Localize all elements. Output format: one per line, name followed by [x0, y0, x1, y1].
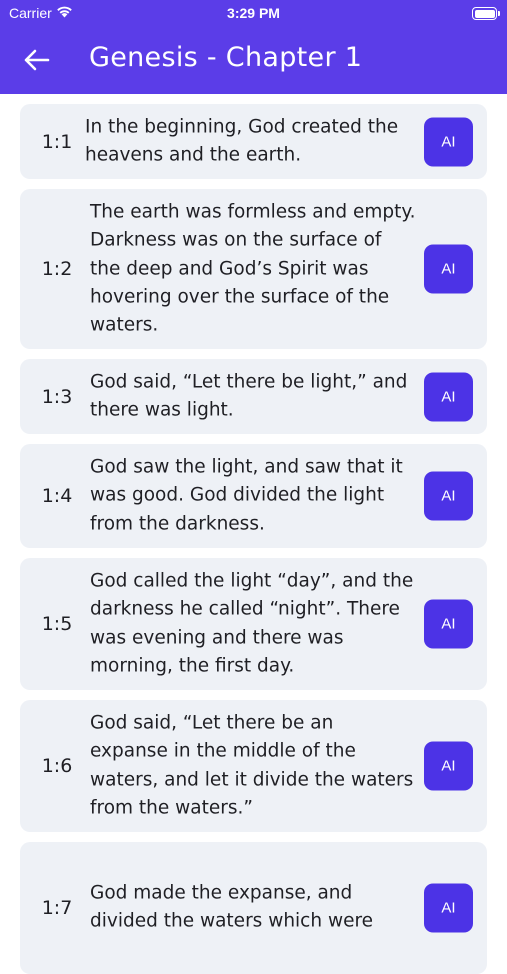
verse-number: 1:5 [41, 613, 73, 635]
verse-text: God saw the light, and saw that it was g… [90, 456, 403, 535]
verse-number: 1:7 [41, 897, 73, 919]
verse-card: 1:3 God said, “Let there be light,” and … [20, 359, 487, 434]
ai-button[interactable]: AI [424, 117, 473, 166]
verse-number: 1:6 [41, 755, 73, 777]
verse-text: The earth was formless and empty. Darkne… [90, 201, 416, 336]
verse-card: 1:1 In the beginning, God created the he… [20, 104, 487, 179]
verse-card: 1:6 God said, “Let there be an expanse i… [20, 700, 487, 832]
verse-number: 1:2 [41, 258, 73, 280]
ai-button[interactable]: AI [424, 372, 473, 421]
verse-number: 1:4 [41, 485, 73, 507]
verse-text: God said, “Let there be light,” and ther… [90, 371, 408, 421]
app-header: Carrier 3:29 PM Genesis - Chapter 1 [0, 0, 507, 94]
verse-text: God called the light “day”, and the dark… [90, 570, 414, 677]
verse-card: 1:5 God called the light “day”, and the … [20, 558, 487, 690]
verse-text: God made the expanse, and divided the wa… [90, 882, 374, 932]
status-bar: Carrier 3:29 PM [0, 0, 507, 28]
verse-card: 1:2 The earth was formless and empty. Da… [20, 189, 487, 349]
back-button[interactable] [18, 42, 54, 78]
ai-button[interactable]: AI [424, 599, 473, 649]
status-time: 3:29 PM [227, 5, 280, 21]
verse-card: 1:7 God made the expanse, and divided th… [20, 842, 487, 974]
ai-button[interactable]: AI [424, 883, 473, 933]
verse-number: 1:3 [41, 385, 73, 408]
verse-card: 1:4 God saw the light, and saw that it w… [20, 444, 487, 548]
back-arrow-icon [24, 49, 50, 71]
verse-number: 1:1 [41, 130, 73, 153]
ai-button[interactable]: AI [424, 471, 473, 521]
nav-bar: Genesis - Chapter 1 [0, 28, 507, 94]
verse-text: God said, “Let there be an expanse in th… [90, 712, 414, 819]
ai-button[interactable]: AI [424, 741, 473, 791]
ai-button[interactable]: AI [424, 244, 473, 294]
verse-text: In the beginning, God created the heaven… [85, 116, 399, 166]
battery-icon [472, 7, 500, 20]
page-title: Genesis - Chapter 1 [89, 42, 363, 73]
